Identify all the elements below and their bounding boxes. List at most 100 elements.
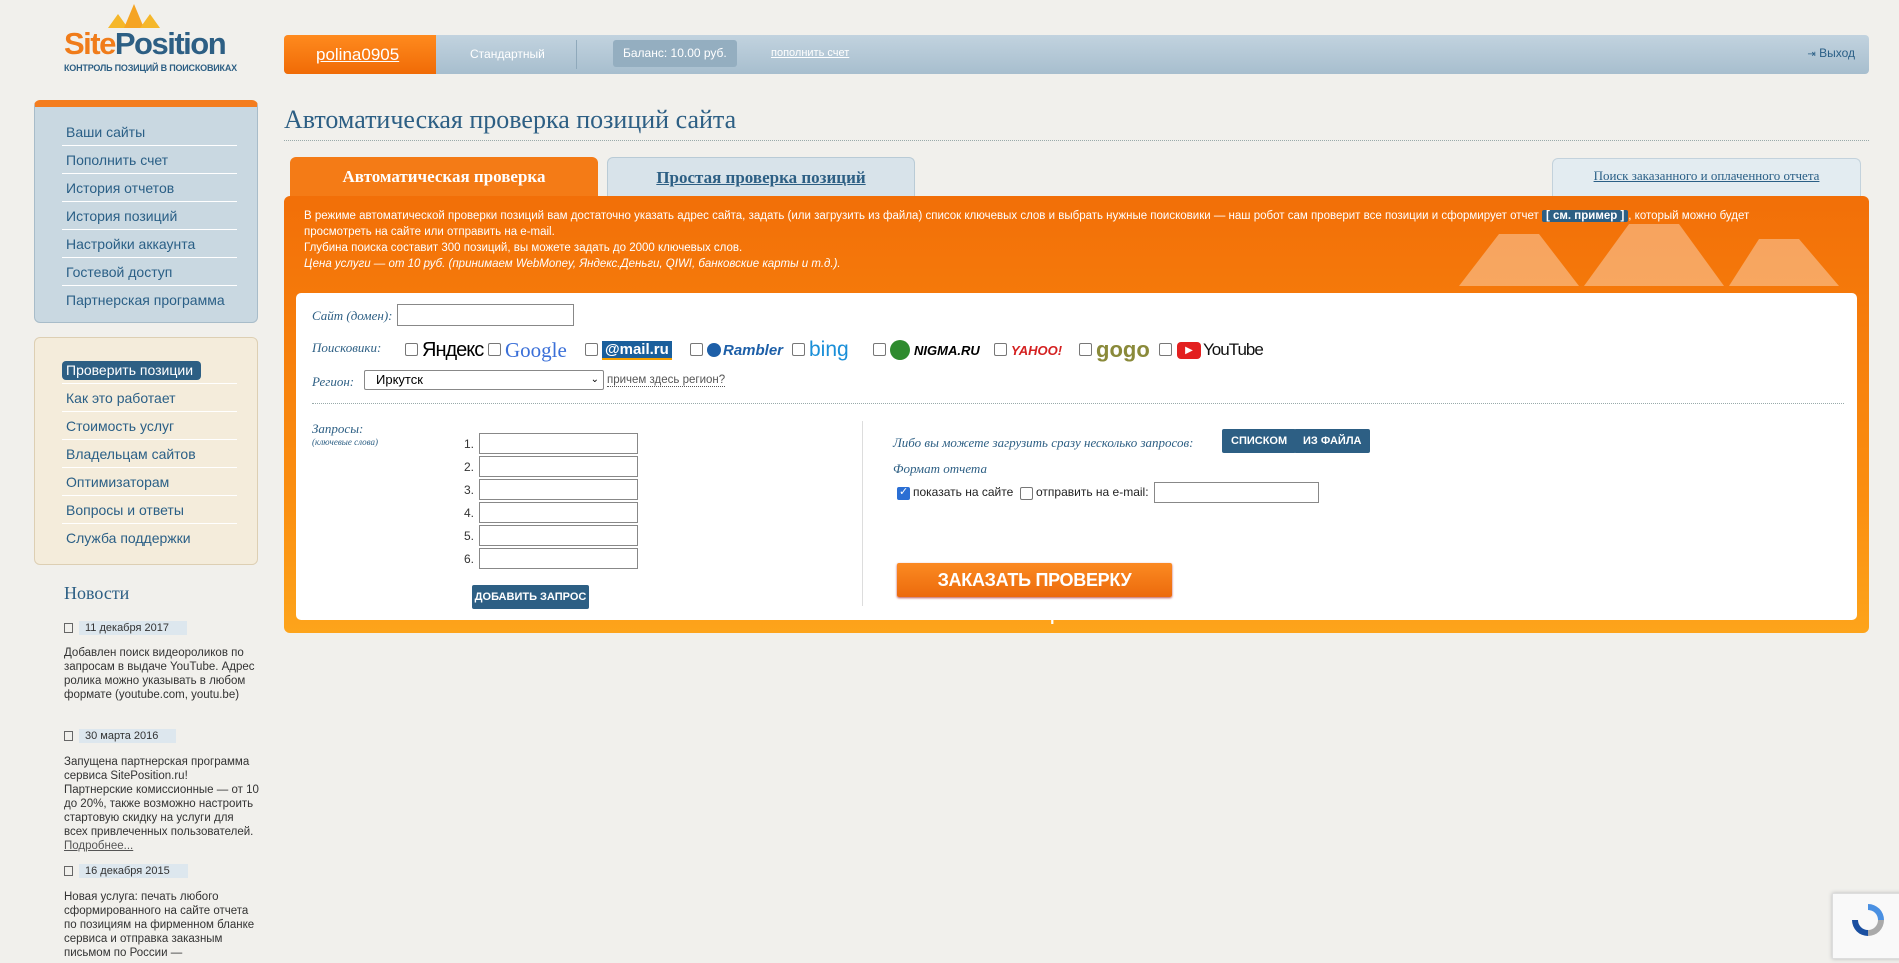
gogo-checkbox[interactable] xyxy=(1079,343,1092,356)
news-more-link[interactable]: Подробнее... xyxy=(64,840,133,852)
region-select[interactable]: Иркутск ⌄ xyxy=(364,370,604,390)
service-menu: Проверить позиции Как это работает Стоим… xyxy=(34,337,258,565)
news-text: Новая услуга: печать любого сформированн… xyxy=(64,891,255,959)
menu-item-faq[interactable]: Вопросы и ответы xyxy=(62,496,237,524)
youtube-logo: ▶ YouTube xyxy=(1177,335,1264,365)
query-input-6[interactable] xyxy=(479,548,638,569)
mailru-checkbox[interactable] xyxy=(585,343,598,356)
news-text: Добавлен поиск видеороликов по запросам … xyxy=(64,647,255,701)
region-help-link[interactable]: причем здесь регион? xyxy=(607,374,726,387)
menu-item-optimizers[interactable]: Оптимизаторам xyxy=(62,468,237,496)
menu-item-account-settings[interactable]: Настройки аккаунта xyxy=(62,230,237,258)
news-title: Новости xyxy=(64,583,130,603)
calendar-icon xyxy=(64,731,73,741)
google-logo: Google xyxy=(505,337,567,362)
nigma-logo: NIGMA.RU xyxy=(890,335,980,365)
query-input-2[interactable] xyxy=(479,456,638,477)
menu-item-support[interactable]: Служба поддержки xyxy=(62,524,237,552)
menu-item-check-positions[interactable]: Проверить позиции xyxy=(62,356,237,384)
example-link[interactable]: [ см. пример ] xyxy=(1541,210,1629,222)
query-number: 5. xyxy=(464,529,475,543)
news-text: Запущена партнерская программа сервиса S… xyxy=(64,756,259,852)
format-label: Формат отчета xyxy=(893,461,987,476)
menu-item-guest-access[interactable]: Гостевой доступ xyxy=(62,258,237,286)
email-input[interactable] xyxy=(1154,482,1319,503)
query-input-1[interactable] xyxy=(479,433,638,454)
intro-text: В режиме автоматической проверки позиций… xyxy=(304,210,1750,270)
query-input-3[interactable] xyxy=(479,479,638,500)
username-link[interactable]: polina0905 xyxy=(284,35,436,74)
tab-auto-check[interactable]: Автоматическая проверка xyxy=(290,157,598,197)
gogo-logo: gogo xyxy=(1096,337,1150,362)
recaptcha-badge[interactable] xyxy=(1832,893,1899,959)
youtube-play-icon: ▶ xyxy=(1177,341,1201,359)
logo-text: SitePosition xyxy=(64,26,227,61)
menu-item-topup[interactable]: Пополнить счет xyxy=(62,146,237,174)
upload-list-button[interactable]: СПИСКОМ xyxy=(1222,429,1297,453)
show-on-site-label: показать на сайте xyxy=(913,485,1014,499)
recaptcha-icon xyxy=(1852,904,1884,936)
calendar-icon xyxy=(64,866,73,876)
site-logo[interactable]: SitePosition КОНТРОЛЬ ПОЗИЦИЙ В ПОИСКОВИ… xyxy=(60,0,237,78)
youtube-checkbox[interactable] xyxy=(1159,343,1172,356)
nigma-spider-icon xyxy=(890,340,910,360)
nigma-checkbox[interactable] xyxy=(873,343,886,356)
column-divider xyxy=(862,421,863,606)
chevron-down-icon: ⌄ xyxy=(590,374,599,385)
account-bar: polina0905 Стандартный Баланс: 10.00 руб… xyxy=(284,35,1869,74)
site-label: Сайт (домен): xyxy=(312,308,393,323)
menu-item-report-history[interactable]: История отчетов xyxy=(62,174,237,202)
yandex-logo: Яндекс xyxy=(422,338,484,361)
bing-logo: bing xyxy=(809,338,849,361)
order-check-button[interactable]: ЗАКАЗАТЬ ПРОВЕРКУ ПОЗИЦИЙ xyxy=(897,563,1172,624)
query-number: 4. xyxy=(464,506,475,520)
menu-item-how-it-works[interactable]: Как это работает xyxy=(62,384,237,412)
news-date: 30 марта 2016 xyxy=(64,729,177,743)
calendar-icon xyxy=(64,623,73,633)
page-title: Автоматическая проверка позиций сайта xyxy=(284,105,737,134)
news-date: 11 декабря 2017 xyxy=(64,621,187,635)
yandex-checkbox[interactable] xyxy=(405,343,418,356)
account-menu: Ваши сайты Пополнить счет История отчето… xyxy=(34,100,258,323)
yahoo-checkbox[interactable] xyxy=(994,343,1007,356)
mailru-logo: @mail.ru xyxy=(602,335,672,365)
show-on-site-checkbox[interactable] xyxy=(897,485,910,500)
check-form: Сайт (домен): Поисковики: Яндекс Google … xyxy=(296,293,1857,624)
menu-item-pricing[interactable]: Стоимость услуг xyxy=(62,412,237,440)
query-input-4[interactable] xyxy=(479,502,638,523)
logo-tagline: КОНТРОЛЬ ПОЗИЦИЙ В ПОИСКОВИКАХ xyxy=(64,63,237,73)
query-input-5[interactable] xyxy=(479,525,638,546)
add-query-button[interactable]: ДОБАВИТЬ ЗАПРОС xyxy=(472,585,589,609)
rambler-logo: Rambler xyxy=(707,335,783,365)
query-number: 2. xyxy=(464,460,475,474)
yahoo-logo: YAHOO! xyxy=(1011,342,1063,358)
query-number: 6. xyxy=(464,552,475,566)
send-email-checkbox[interactable] xyxy=(1020,487,1033,500)
bing-checkbox[interactable] xyxy=(792,343,805,356)
title-divider xyxy=(284,140,1869,141)
engines-label: Поисковики: xyxy=(312,340,382,355)
form-divider xyxy=(312,403,1844,404)
region-label: Регион: xyxy=(312,374,355,389)
menu-item-your-sites[interactable]: Ваши сайты xyxy=(62,118,237,146)
query-number: 1. xyxy=(464,437,475,451)
upload-label: Либо вы можете загрузить сразу несколько… xyxy=(893,435,1194,450)
menu-item-position-history[interactable]: История позиций xyxy=(62,202,237,230)
site-input[interactable] xyxy=(397,304,574,326)
logout-control: ⇥ Выход xyxy=(1807,46,1855,60)
divider xyxy=(576,40,577,69)
tab-simple-check[interactable]: Простая проверка позиций xyxy=(607,157,915,197)
balance-badge: Баланс: 10.00 руб. xyxy=(613,40,737,67)
tab-search-report[interactable]: Поиск заказанного и оплаченного отчета xyxy=(1552,158,1861,196)
query-number: 3. xyxy=(464,483,475,497)
logo-arrows-icon xyxy=(108,4,160,28)
auto-check-panel: В режиме автоматической проверки позиций… xyxy=(284,196,1869,633)
google-checkbox[interactable] xyxy=(488,343,501,356)
logout-link[interactable]: Выход xyxy=(1819,46,1855,60)
rambler-checkbox[interactable] xyxy=(690,343,703,356)
menu-item-site-owners[interactable]: Владельцам сайтов xyxy=(62,440,237,468)
topup-link[interactable]: пополнить счет xyxy=(771,47,849,59)
upload-file-button[interactable]: ИЗ ФАЙЛА xyxy=(1294,429,1371,453)
queries-sublabel: (ключевые слова) xyxy=(312,437,378,447)
menu-item-partner-program[interactable]: Партнерская программа xyxy=(62,286,237,314)
